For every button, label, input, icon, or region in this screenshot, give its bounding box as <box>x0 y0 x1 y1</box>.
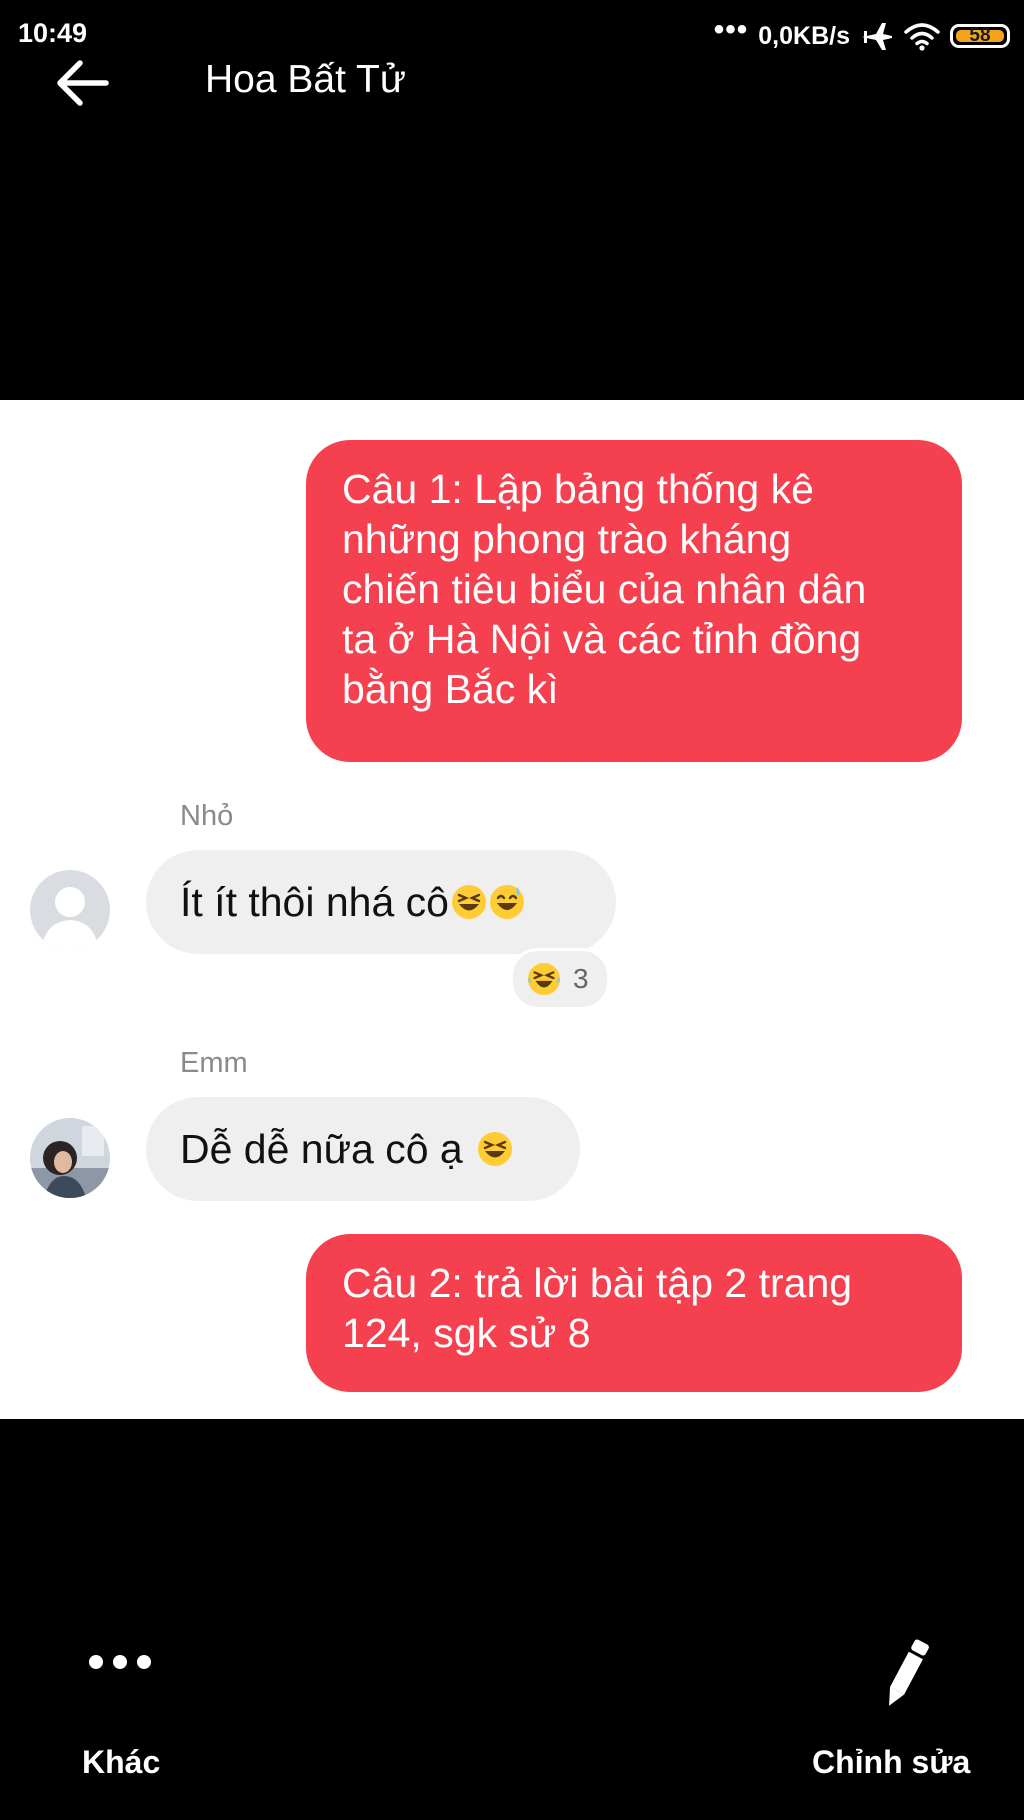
avatar <box>30 870 110 950</box>
user-photo-avatar <box>30 1118 110 1198</box>
battery-icon: 58 <box>950 24 1010 48</box>
notification-dots: ••• <box>713 13 749 46</box>
battery-level: 58 <box>969 25 991 46</box>
airplane-mode-icon <box>862 23 892 50</box>
outgoing-message-bubble: Câu 1: Lập bảng thống kê những phong trà… <box>306 440 962 762</box>
more-dots-icon[interactable] <box>88 1652 152 1672</box>
reaction-count: 3 <box>573 963 589 994</box>
laughing-squint-emoji <box>477 1132 512 1166</box>
message-line: Câu 2: trả lời bài tập 2 trang <box>342 1260 853 1306</box>
avatar <box>30 1118 110 1198</box>
message-line: chiến tiêu biểu của nhân dân <box>342 566 867 612</box>
status-indicators: ••• 0,0KB/s 58 <box>713 13 1010 54</box>
default-avatar-icon <box>30 870 110 950</box>
message-line: những phong trào kháng <box>342 516 792 562</box>
message-line: Câu 1: Lập bảng thống kê <box>342 466 814 512</box>
edit-button-label[interactable]: Chỉnh sửa <box>812 1744 970 1781</box>
wifi-icon <box>904 23 940 51</box>
laughing-squint-emoji <box>451 885 486 919</box>
incoming-message-bubble: Ít ít thôi nhá cô <box>146 850 616 954</box>
message-line: ta ở Hà Nội và các tỉnh đồng <box>342 616 862 662</box>
message-text: Dễ dễ nữa cô ạ <box>180 1126 463 1172</box>
message-line: 124, sgk sử 8 <box>342 1310 591 1356</box>
message-text: Ít ít thôi nhá cô <box>180 879 449 925</box>
outgoing-message-bubble: Câu 2: trả lời bài tập 2 trang 124, sgk … <box>306 1234 962 1392</box>
chat-screenshot[interactable]: Câu 1: Lập bảng thống kê những phong trà… <box>0 400 1024 1419</box>
laughing-tears-emoji <box>527 962 561 996</box>
viewer-title: Hoa Bất Tử <box>205 58 406 101</box>
reaction-pill[interactable]: 3 <box>510 948 610 1010</box>
grinning-sweat-emoji <box>489 885 524 919</box>
network-speed: 0,0KB/s <box>758 21 850 50</box>
sender-name: Emm <box>180 1047 248 1079</box>
arrow-left-icon[interactable] <box>54 58 110 108</box>
message-line: bằng Bắc kì <box>342 666 559 712</box>
pencil-icon[interactable] <box>878 1636 934 1712</box>
incoming-message-bubble: Dễ dễ nữa cô ạ <box>146 1097 580 1201</box>
status-bar: 10:49 ••• 0,0KB/s 58 <box>0 0 1024 70</box>
more-button-label[interactable]: Khác <box>82 1744 160 1781</box>
sender-name: Nhỏ <box>180 800 234 832</box>
status-time: 10:49 <box>18 18 88 48</box>
